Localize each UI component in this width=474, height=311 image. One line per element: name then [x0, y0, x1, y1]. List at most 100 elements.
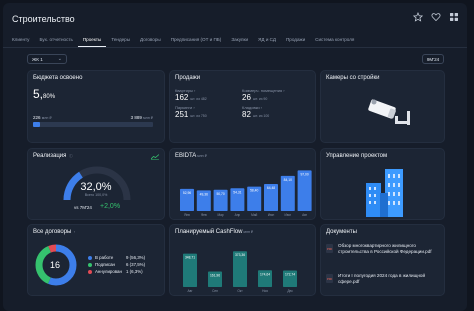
x-tick-label: Дек [287, 289, 293, 293]
tab-yd-sd[interactable]: ЯД и СД [253, 34, 281, 47]
legend-dot-green [88, 262, 92, 267]
bar-Авг [297, 170, 312, 211]
ebitda-title: EBIDTAмлн ₽ [175, 153, 207, 159]
sales-title: Продажи [175, 75, 201, 81]
tab-accounting[interactable]: Бух. отчетность [34, 34, 77, 47]
sales-card[interactable]: Продажи Квартиры › 162 шт. из 482 Коммерч… [169, 70, 316, 143]
realization-title: Реализация ⓘ [33, 153, 73, 159]
complex-select[interactable]: ЖК 1 ⌄ [27, 54, 67, 64]
ebitda-bar-chart: 52,96 Янв 49,36 Фев 50,70 Мар 54,31 Апр 58,40 Май… [180, 170, 312, 217]
contracts-card[interactable]: Все договоры › 16 В работе 9 (56,3%) Подп… [27, 224, 165, 296]
realization-subtext: Всего 100,0% [84, 193, 108, 197]
legend-signed: Подписан 6 (37,5%) [88, 262, 158, 269]
dashboard-window: Строительство Клиенту Бух. отчетность Пр… [3, 3, 467, 311]
tab-tenders[interactable]: Тендеры [106, 34, 135, 47]
sales-commercial-unit: шт. из 90 [252, 97, 268, 101]
x-tick-label: Апр [235, 213, 241, 217]
sales-parking-unit: шт. из 750 [190, 114, 207, 118]
sales-apartments-unit: шт. из 482 [190, 97, 207, 101]
security-camera-icon [368, 99, 410, 125]
x-tick-label: Авг [188, 289, 194, 293]
header: Строительство [3, 3, 467, 33]
legend-dot-blue [88, 255, 92, 260]
budget-total: 3 889 [130, 115, 142, 120]
heart-icon[interactable] [431, 12, 441, 22]
x-tick-label: Сен [212, 289, 218, 293]
sales-parking-value: 251 [175, 110, 189, 119]
x-tick-label: Мар [217, 213, 223, 217]
ebitda-card[interactable]: EBIDTAмлн ₽ 52,96 Янв 49,36 Фев 50,70 Мар 54,3… [169, 148, 316, 220]
grid-apps-icon[interactable] [449, 12, 459, 22]
buildings-icon [366, 169, 403, 217]
sales-storage-value: 82 [242, 110, 251, 119]
bar-value-label: 84,10 [284, 178, 292, 182]
header-actions [413, 12, 459, 22]
tab-sales[interactable]: Продажи [281, 34, 310, 47]
cashflow-card[interactable]: Планируемый CashFlowмлн ₽ 348,71 Авг 161,9… [169, 224, 316, 296]
document-name: Обзор многоквартирного жилищного строите… [338, 243, 432, 254]
tab-client[interactable]: Клиенту [7, 34, 34, 47]
documents-card[interactable]: Документы PDF Обзор многоквартирного жил… [320, 224, 445, 296]
legend-cancelled: Аннулирован 1 (6,3%) [88, 269, 158, 276]
bar-value-label: 373,36 [235, 253, 245, 257]
cameras-card[interactable]: Камеры со стройки [320, 70, 445, 143]
bar-value-label: 52,96 [183, 191, 191, 195]
legend-dot-red [88, 269, 92, 274]
bar-value-label: 174,64 [260, 272, 270, 276]
sales-apartments: Квартиры › 162 шт. из 482 [175, 88, 207, 102]
document-item[interactable]: PDF Итоги I полугодия 2024 года в жилищн… [326, 273, 444, 287]
realization-delta: +2,0% [100, 203, 121, 210]
x-tick-label: Июл [285, 213, 292, 217]
x-tick-label: Ноя [262, 289, 268, 293]
sales-commercial-value: 26 [242, 93, 251, 102]
budget-card[interactable]: Бюджета освоено 5,80% 226 млн ₽ 3 889 мл… [27, 70, 165, 143]
tab-purchases[interactable]: Закупки [226, 34, 253, 47]
bar-value-label: 58,40 [250, 189, 258, 193]
star-icon[interactable] [413, 12, 423, 22]
document-item[interactable]: PDF Обзор многоквартирного жилищного стр… [326, 243, 444, 269]
budget-total-unit: млн ₽ [143, 116, 153, 120]
bar-value-label: 161,96 [210, 273, 220, 277]
tab-projects[interactable]: Проекты [77, 34, 107, 47]
x-tick-label: Авг [302, 213, 308, 217]
documents-title: Документы [326, 229, 357, 235]
page-title: Строительство [12, 14, 75, 24]
budget-value-main: 5, [33, 87, 44, 101]
contracts-legend: В работе 9 (56,3%) Подписан 6 (37,5%) Анну… [88, 255, 158, 276]
tabs-divider [3, 47, 467, 48]
contracts-total: 16 [50, 260, 61, 270]
budget-progress-bar [33, 122, 153, 127]
management-title: Управление проектом [326, 153, 388, 159]
sales-parking: Паркинги › 251 шт. из 750 [175, 105, 207, 119]
bar-value-label: 348,71 [185, 256, 195, 260]
budget-title: Бюджета освоено [33, 75, 83, 81]
nav-tabs: Клиенту Бух. отчетность Проекты Тендеры … [7, 34, 359, 48]
chart-line-icon[interactable] [151, 154, 159, 160]
x-tick-label: Фев [201, 213, 207, 217]
x-tick-label: Окт [237, 289, 243, 293]
tab-control-system[interactable]: Система контроля [310, 34, 359, 47]
sales-storage-unit: шт. из 100 [252, 114, 270, 118]
document-name: Итоги I полугодия 2024 года в жилищной с… [338, 273, 426, 284]
budget-spent-unit: млн ₽ [41, 116, 52, 120]
tab-contracts[interactable]: Договоры [135, 34, 166, 47]
cashflow-bar-chart: 348,71 Авг 161,96 Сен 373,36 Окт 174,64 Ноя 172,… [183, 251, 297, 293]
period-select[interactable]: 9М'24 [422, 54, 444, 64]
complex-select-value: ЖК 1 [32, 57, 43, 62]
tab-prescriptions[interactable]: Предписания (ОТ и ПБ) [166, 34, 227, 47]
chevron-down-icon: ⌄ [57, 56, 62, 62]
management-card[interactable]: Управление проектом [320, 148, 445, 220]
realization-value: 32,0% [80, 181, 112, 193]
sales-apartments-value: 162 [175, 93, 189, 102]
cameras-title: Камеры со стройки [326, 75, 380, 81]
x-tick-label: Июн [268, 213, 275, 217]
bar-value-label: 49,36 [200, 192, 208, 196]
bar-value-label: 172,74 [285, 272, 295, 276]
bar-value-label: 50,70 [216, 192, 224, 196]
bar-value-label: 97,00 [300, 172, 308, 176]
contracts-title: Все договоры › [33, 229, 76, 235]
x-tick-label: Май [251, 213, 257, 217]
pdf-file-icon: PDF [326, 274, 333, 283]
realization-card[interactable]: Реализация ⓘ 32,0% Всего 100,0% vs 7M'24… [27, 148, 165, 220]
budget-value-fraction: 80% [43, 94, 56, 100]
